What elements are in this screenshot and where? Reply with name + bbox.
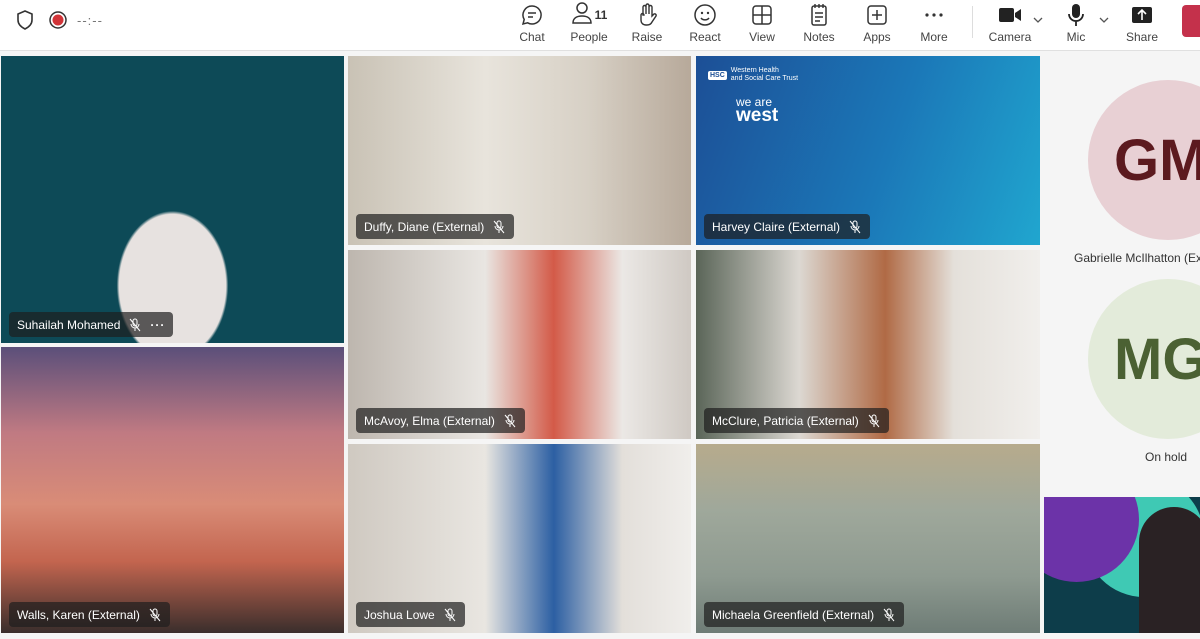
participant-silhouette [1139, 507, 1200, 633]
avatar-on-hold-participant[interactable]: MG [1088, 279, 1200, 439]
on-hold-label: On hold [1145, 450, 1188, 464]
shield-icon[interactable] [16, 10, 34, 30]
participant-name-tag: Duffy, Diane (External) [356, 214, 515, 239]
video-tile-side-participant[interactable] [1044, 497, 1200, 633]
react-button[interactable]: React [677, 2, 733, 48]
hand-icon [636, 2, 658, 28]
brand-text-line-2: and Social Care Trust [730, 75, 799, 82]
video-tile-diane-duffy[interactable]: Duffy, Diane (External) [348, 56, 691, 245]
hsc-badge: HSC [708, 70, 727, 80]
camera-icon [998, 2, 1022, 28]
participant-more-icon[interactable]: ··· [150, 318, 165, 332]
mic-options-chevron-icon[interactable] [1098, 14, 1110, 26]
participant-name-tag: Joshua Lowe [356, 602, 465, 627]
participant-name: Joshua Lowe [364, 607, 435, 622]
grid-icon [751, 2, 773, 28]
participant-name-tag: McClure, Patricia (External) [704, 408, 889, 433]
hsc-logo: HSC Western Health and Social Care Trust [708, 67, 798, 83]
avatar-initials: GM [1114, 127, 1200, 193]
video-tile-patricia-mcclure[interactable]: McClure, Patricia (External) [696, 250, 1040, 439]
chat-label: Chat [519, 30, 545, 44]
video-tile-karen-walls[interactable]: Walls, Karen (External) [1, 347, 344, 633]
participant-name: McAvoy, Elma (External) [364, 413, 495, 428]
smiley-icon [693, 2, 717, 28]
apps-button[interactable]: Apps [849, 2, 905, 48]
video-tile-claire-harvey[interactable]: HSC Western Health and Social Care Trust… [696, 56, 1040, 245]
mic-off-icon [444, 608, 456, 621]
we-are-west-logo: we are west [736, 95, 779, 126]
notes-button[interactable]: Notes [791, 2, 847, 48]
participant-name: Harvey Claire (External) [712, 219, 841, 234]
toolbar-divider [972, 6, 973, 38]
mic-off-icon [130, 318, 141, 331]
share-label: Share [1125, 30, 1159, 44]
slogan-line-2: west [736, 105, 779, 126]
participant-name: Duffy, Diane (External) [364, 219, 485, 234]
mic-icon [1066, 2, 1086, 28]
share-button[interactable]: Share [1114, 2, 1170, 48]
people-icon [571, 1, 593, 30]
video-tile-joshua-lowe[interactable]: Joshua Lowe [348, 444, 691, 633]
mic-off-icon [149, 608, 161, 621]
leave-button[interactable] [1182, 5, 1200, 37]
mic-off-icon [883, 608, 895, 621]
share-icon [1131, 2, 1153, 28]
brand-text-line-1: Western Health [730, 67, 779, 74]
more-button[interactable]: More [906, 2, 962, 48]
mic-off-icon [849, 220, 861, 233]
raise-hand-button[interactable]: Raise [619, 2, 675, 48]
react-label: React [689, 30, 721, 44]
participant-name: McClure, Patricia (External) [712, 413, 859, 428]
participant-name: Michaela Greenfield (External) [712, 607, 875, 622]
mic-off-icon [868, 414, 880, 427]
mic-off-icon [504, 414, 516, 427]
participant-name-tag: McAvoy, Elma (External) [356, 408, 525, 433]
avatar-initials: MG [1114, 326, 1200, 392]
meeting-timer: --:-- [77, 13, 103, 28]
chat-button[interactable]: Chat [504, 2, 560, 48]
participant-name-tag: Harvey Claire (External) [704, 214, 871, 239]
recording-icon [48, 10, 68, 30]
raise-label: Raise [631, 30, 663, 44]
participant-name-tag: Michaela Greenfield (External) [704, 602, 905, 627]
video-tile-suhailah-mohamed[interactable]: Suhailah Mohamed ··· [1, 56, 344, 343]
mic-off-icon [493, 220, 505, 233]
meeting-toolbar: --:-- Chat 11 People Raise React View No… [0, 0, 1200, 51]
people-count: 11 [594, 8, 608, 22]
participant-name-tag: Suhailah Mohamed ··· [9, 312, 174, 337]
notes-label: Notes [803, 30, 835, 44]
notes-icon [809, 2, 829, 28]
participant-name: Walls, Karen (External) [17, 607, 140, 622]
view-label: View [749, 30, 775, 44]
people-button[interactable]: 11 People [561, 1, 617, 48]
view-button[interactable]: View [734, 2, 790, 48]
camera-button[interactable]: Camera [982, 2, 1038, 48]
more-label: More [920, 30, 948, 44]
plus-box-icon [866, 2, 888, 28]
mic-label: Mic [1066, 30, 1086, 44]
avatar-name-label: Gabrielle McIlhatton (External) [1074, 251, 1200, 265]
avatar-gabrielle-mcilhatton[interactable]: GM [1088, 80, 1200, 240]
participant-name: Suhailah Mohamed [17, 317, 121, 332]
mic-button[interactable]: Mic [1048, 2, 1104, 48]
camera-label: Camera [988, 30, 1032, 44]
video-tile-michaela-greenfield[interactable]: Michaela Greenfield (External) [696, 444, 1040, 633]
video-tile-elma-mcavoy[interactable]: McAvoy, Elma (External) [348, 250, 691, 439]
camera-options-chevron-icon[interactable] [1032, 14, 1044, 26]
people-label: People [570, 30, 608, 44]
apps-label: Apps [863, 30, 891, 44]
participant-name-tag: Walls, Karen (External) [9, 602, 170, 627]
chat-icon [520, 2, 544, 28]
more-icon [923, 2, 945, 28]
